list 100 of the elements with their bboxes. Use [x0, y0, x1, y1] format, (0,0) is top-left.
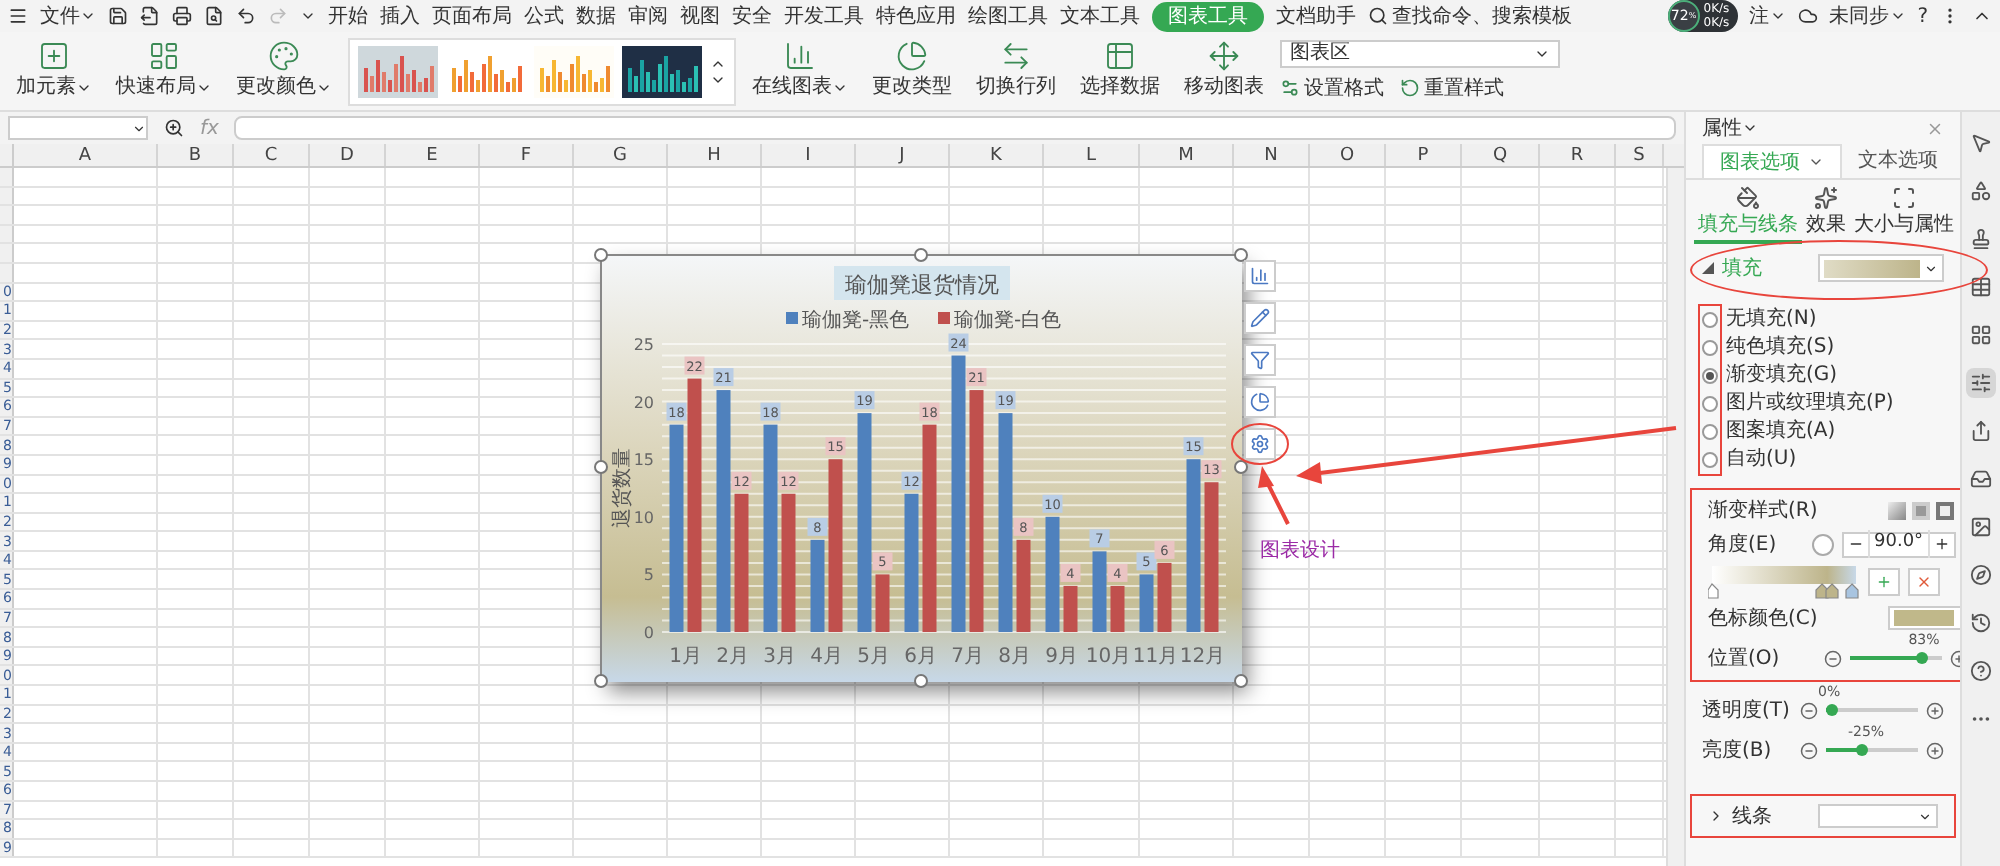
save-icon[interactable]	[108, 6, 128, 26]
panel-tab[interactable]: 文本选项	[1842, 144, 1954, 178]
radio-unchecked[interactable]	[1702, 396, 1718, 412]
menu-tab[interactable]: 特色应用	[876, 1, 956, 31]
angle-field[interactable]: 90.0°	[1842, 531, 1956, 557]
menu-tab[interactable]: 审阅	[628, 1, 668, 31]
resize-handle[interactable]	[594, 674, 608, 688]
line-dropdown[interactable]	[1818, 804, 1938, 828]
radio-unchecked[interactable]	[1702, 424, 1718, 440]
resize-handle[interactable]	[1234, 248, 1248, 262]
resize-handle[interactable]	[1234, 674, 1248, 688]
chart-tool-button[interactable]	[1244, 428, 1276, 460]
column-header[interactable]: F	[480, 144, 574, 166]
radio-option[interactable]: 渐变填充(G)	[1726, 360, 1838, 388]
ribbon-button[interactable]: 加元素	[8, 33, 100, 109]
menu-tab[interactable]: 页面布局	[432, 1, 512, 31]
toolbar-button[interactable]	[1966, 272, 1996, 302]
radio-option[interactable]: 纯色填充(S)	[1726, 332, 1835, 360]
close-icon[interactable]	[1926, 119, 1944, 137]
column-header[interactable]: C	[234, 144, 310, 166]
chart-tool-button[interactable]	[1244, 260, 1276, 292]
column-header[interactable]: Q	[1462, 144, 1540, 166]
redo-icon[interactable]	[268, 6, 288, 26]
ribbon-button[interactable]: 移动图表	[1176, 33, 1272, 109]
sub-tab[interactable]: 效果	[1802, 186, 1850, 244]
minus-icon[interactable]	[1800, 741, 1818, 759]
add-stop-button[interactable]	[1868, 568, 1900, 596]
column-header[interactable]: G	[574, 144, 668, 166]
format-button[interactable]: 设置格式	[1280, 73, 1384, 103]
ribbon-button[interactable]: 更改颜色	[228, 33, 340, 109]
radial-gradient-icon[interactable]	[1912, 501, 1930, 519]
formula-input[interactable]	[234, 116, 1676, 140]
chart-style-thumbnail[interactable]	[534, 45, 614, 97]
name-box[interactable]	[8, 116, 148, 140]
slider-thumb[interactable]	[1826, 704, 1838, 716]
export-icon[interactable]	[140, 6, 160, 26]
slider-track[interactable]	[1826, 702, 1918, 718]
menu-tab[interactable]: 插入	[380, 1, 420, 31]
chart-element-select[interactable]: 图表区	[1280, 39, 1560, 67]
radio-option[interactable]: 图片或纹理填充(P)	[1726, 388, 1894, 416]
toolbar-button[interactable]	[1966, 656, 1996, 686]
resize-handle[interactable]	[594, 248, 608, 262]
radio-option[interactable]: 自动(U)	[1726, 444, 1797, 472]
slider-track[interactable]	[1826, 742, 1918, 758]
zoom-icon[interactable]	[164, 118, 184, 138]
ribbon-button[interactable]: 在线图表	[744, 33, 856, 109]
resize-handle[interactable]	[914, 674, 928, 688]
column-header[interactable]: K	[950, 144, 1044, 166]
chart-tool-button[interactable]	[1244, 302, 1276, 334]
column-header[interactable]: P	[1386, 144, 1462, 166]
column-header[interactable]: L	[1044, 144, 1140, 166]
chart-tool-button[interactable]	[1244, 386, 1276, 418]
toolbar-button[interactable]	[1966, 608, 1996, 638]
chart-style-thumbnail[interactable]	[358, 45, 438, 97]
menu-tab[interactable]: 公式	[524, 1, 564, 31]
radio-unchecked[interactable]	[1702, 312, 1718, 328]
help-button[interactable]: ?	[1917, 1, 1928, 31]
resize-handle[interactable]	[594, 460, 608, 474]
ribbon-button[interactable]: 切换行列	[968, 33, 1064, 109]
vertical-scrollbar[interactable]	[1666, 168, 1684, 866]
column-header[interactable]: J	[856, 144, 950, 166]
chart-tool-button[interactable]	[1244, 344, 1276, 376]
plus-icon[interactable]	[1926, 701, 1944, 719]
linear-gradient-icon[interactable]	[1888, 501, 1906, 519]
toolbar-button[interactable]	[1966, 512, 1996, 542]
ribbon-button[interactable]: 快速布局	[108, 33, 220, 109]
line-section-toggle[interactable]: 线条	[1708, 801, 1772, 831]
menu-tab[interactable]: 文本工具	[1060, 1, 1140, 31]
column-header[interactable]: A	[14, 144, 158, 166]
menu-tab[interactable]: 数据	[576, 1, 616, 31]
caret-icon[interactable]	[300, 8, 316, 24]
column-header[interactable]: M	[1140, 144, 1234, 166]
menu-tab[interactable]: 绘图工具	[968, 1, 1048, 31]
column-header[interactable]: I	[762, 144, 856, 166]
panel-title[interactable]: 属性	[1702, 113, 1758, 143]
sync-menu[interactable]: 未同步	[1829, 1, 1906, 31]
reset-style-button[interactable]: 重置样式	[1400, 73, 1504, 103]
radio-checked[interactable]	[1702, 368, 1718, 384]
radio-unchecked[interactable]	[1702, 340, 1718, 356]
toolbar-button[interactable]	[1966, 560, 1996, 590]
file-menu[interactable]: 文件	[40, 1, 96, 31]
toolbar-button[interactable]	[1966, 368, 1996, 398]
column-header[interactable]: R	[1540, 144, 1616, 166]
cloud-icon[interactable]	[1797, 6, 1818, 26]
toolbar-button[interactable]	[1966, 176, 1996, 206]
remove-stop-button[interactable]	[1908, 568, 1940, 596]
column-header[interactable]: E	[386, 144, 480, 166]
toolbar-button[interactable]	[1966, 320, 1996, 350]
slider-thumb[interactable]	[1856, 744, 1868, 756]
ribbon-button[interactable]: 更改类型	[864, 33, 960, 109]
menu-tab[interactable]: 视图	[680, 1, 720, 31]
menu-tab[interactable]: 安全	[732, 1, 772, 31]
resize-handle[interactable]	[914, 248, 928, 262]
plus-icon[interactable]	[1933, 536, 1950, 552]
column-header[interactable]: O	[1310, 144, 1386, 166]
minus-icon[interactable]	[1800, 701, 1818, 719]
chart-style-thumbnail[interactable]	[622, 45, 702, 97]
menu-tab[interactable]: 开始	[328, 1, 368, 31]
undo-icon[interactable]	[236, 6, 256, 26]
fill-color-dropdown[interactable]	[1818, 254, 1944, 282]
